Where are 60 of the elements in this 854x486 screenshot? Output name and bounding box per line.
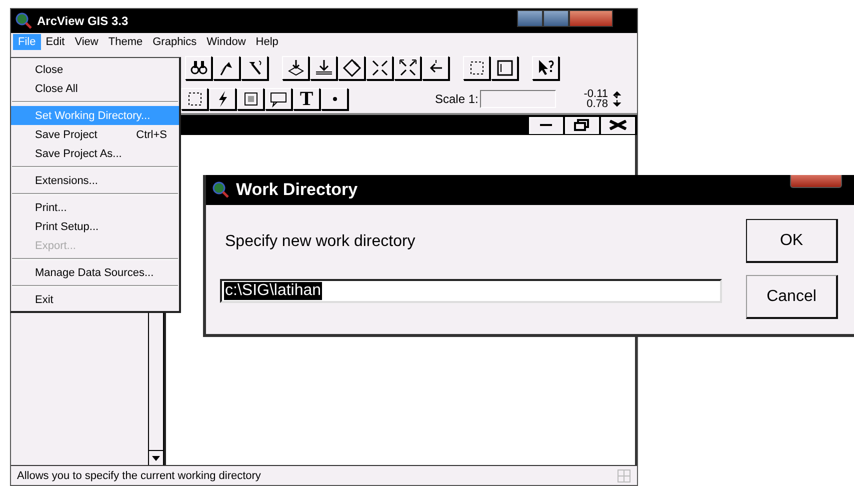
menu-bar-item[interactable]: Edit — [40, 34, 70, 50]
shortcut-label: Ctrl+S — [136, 128, 167, 140]
tool-button[interactable] — [321, 88, 348, 110]
maximize-button[interactable] — [543, 10, 569, 27]
minimize-icon — [540, 124, 552, 126]
directory-input[interactable]: c:\SIG\latihan — [220, 279, 722, 303]
menu-item[interactable]: Exit — [11, 290, 179, 309]
menu-item[interactable]: Extensions... — [11, 171, 179, 190]
tool-button[interactable] — [282, 56, 309, 80]
tool-button[interactable] — [366, 56, 393, 80]
coordinate-readout: -0.11 — [584, 89, 608, 99]
status-text: Allows you to specify the current working directory — [17, 470, 261, 482]
tool-button[interactable] — [241, 56, 268, 80]
menu-bar-item[interactable]: Help — [250, 34, 284, 50]
tool-button[interactable] — [310, 56, 337, 80]
scale-field[interactable] — [480, 90, 556, 108]
dialog-button[interactable]: Cancel — [746, 275, 838, 319]
menu-item[interactable]: Print Setup... — [11, 217, 179, 236]
page-icon — [494, 58, 514, 78]
tool-button[interactable] — [422, 56, 449, 80]
tool-button[interactable] — [532, 56, 559, 80]
expand-icon — [398, 58, 418, 78]
tool-button[interactable] — [237, 88, 264, 110]
menu-bar-item[interactable]: View — [70, 34, 104, 50]
restore-button[interactable] — [565, 116, 599, 134]
menu-item[interactable]: Save Project Ctrl+S — [11, 125, 179, 144]
text-tool-button[interactable]: T — [293, 88, 320, 110]
menu-item[interactable]: Close — [11, 60, 179, 79]
layer-add-icon — [286, 58, 306, 78]
window-title: ArcView GIS 3.3 — [37, 14, 128, 28]
tool-button[interactable] — [213, 56, 240, 80]
coordinate-readout: 0.78 — [586, 99, 608, 109]
tool-button[interactable] — [394, 56, 421, 80]
menu-item[interactable]: Manage Data Sources... — [11, 263, 179, 282]
tool-button[interactable] — [463, 56, 490, 80]
globe-icon — [15, 12, 33, 30]
tool-button[interactable] — [491, 56, 518, 80]
globe-icon — [212, 181, 230, 199]
menu-item[interactable]: Close All — [11, 79, 179, 98]
arrows-icon — [613, 91, 621, 107]
dialog-button[interactable]: OK — [746, 219, 838, 263]
prompt-label: Specify new work directory — [224, 232, 416, 252]
scale-label: Scale 1: — [435, 92, 478, 106]
tool-button[interactable] — [181, 88, 208, 110]
restore-icon — [574, 119, 590, 131]
resize-grip-icon — [617, 468, 631, 482]
tool-button[interactable] — [209, 88, 236, 110]
tool-button[interactable] — [185, 56, 212, 80]
menu-bar-item[interactable]: Graphics — [148, 34, 202, 50]
diamond-icon — [342, 58, 362, 78]
menu-item[interactable]: Save Project As... — [11, 144, 179, 163]
dialog-title: Work Directory — [236, 180, 358, 200]
menu-bar-item[interactable]: Window — [202, 34, 251, 50]
menu-bar-item[interactable]: Theme — [103, 34, 148, 50]
menu-item[interactable]: Print... — [11, 198, 179, 217]
close-icon — [609, 120, 627, 130]
tool-button[interactable] — [265, 88, 292, 110]
dot-icon — [332, 97, 336, 101]
tool-button[interactable] — [338, 56, 365, 80]
shrink-icon — [370, 58, 390, 78]
